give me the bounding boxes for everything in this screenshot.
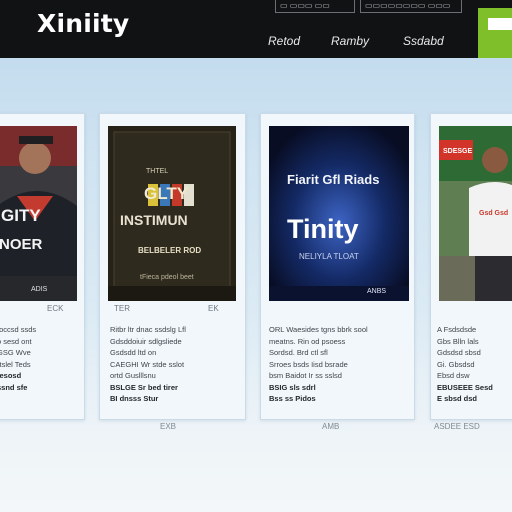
desc-line: Srroes bsds Iisd bsrade: [269, 359, 348, 369]
card-meta-left-2: TER: [114, 304, 130, 313]
show-poster-2[interactable]: GLTY INSTIMUN THTEL BELBELER ROD tFieca …: [108, 126, 236, 301]
show-card-2[interactable]: GLTY INSTIMUN THTEL BELBELER ROD tFieca …: [99, 113, 246, 420]
poster-title-1: GITY: [1, 206, 41, 225]
poster-tagline-2: THTEL: [146, 168, 169, 175]
utility-link-support[interactable]: ▭▭▭▭▭▭▭▭ ▭▭▭: [360, 0, 462, 13]
nav-link-ramby[interactable]: Ramby: [331, 34, 369, 48]
desc-bold-line: tesosd: [0, 371, 22, 380]
desc-line: Gsdsdd ltd on: [110, 348, 157, 357]
desc-line: Gi. Gbsdsd: [437, 359, 475, 369]
poster-title-2: GLTY: [144, 184, 189, 203]
poster-badge-4: SDESGE: [443, 148, 473, 155]
desc-line: toccsd ssds: [0, 325, 37, 334]
utility-link-account[interactable]: ▭ ▭▭▭ ▭▭: [275, 0, 355, 13]
poster-badge-1: ADIS: [31, 286, 48, 293]
card-description-4: A Fsdsdsde Gbs Blln lals Gdsdsd sbsd Gi.…: [437, 324, 512, 405]
desc-line: Ebsd dsw: [437, 371, 470, 380]
poster-small-text-2: tFieca pdeol beet: [140, 274, 194, 281]
show-poster-4[interactable]: SDESGE Gsd Gsd: [439, 126, 512, 301]
desc-line: bsm Baidot Ir ss sslsd: [269, 371, 342, 380]
card-footer-4[interactable]: ASDEE ESD: [434, 422, 480, 431]
card-description-1: toccsd ssds o sesd ont GSG Wve rtslel Te…: [0, 324, 79, 393]
poster-title-4: Gsd Gsd: [479, 210, 509, 217]
card-footer-3[interactable]: AMB: [322, 422, 339, 431]
poster-subtitle-3: NELIYLA TLOAT: [299, 252, 359, 261]
card-meta-right-2: EK: [208, 304, 219, 313]
show-poster-3[interactable]: Fiarit Gfl Riads Tinity NELIYLA TLOAT AN…: [269, 126, 409, 301]
brand-logo[interactable]: Xiniity: [37, 9, 129, 38]
desc-bold-line: BSLGE Sr bed tirer: [110, 382, 178, 392]
desc-line: ortd Guslllsnu: [110, 371, 156, 380]
card-footer-2[interactable]: EXB: [160, 422, 176, 431]
accent-nav-button[interactable]: [478, 8, 512, 58]
desc-bold-line: E sbsd dsd: [437, 394, 478, 403]
card-description-3: ORL Waesides tgns bbrk sool meatns. Rin …: [269, 324, 409, 405]
card-meta-1: ECK: [47, 304, 64, 313]
desc-line: CAEGHI Wr stde sslot: [110, 359, 185, 369]
desc-bold-line: ssnd sfe: [0, 382, 28, 392]
desc-bold-line: EBUSEEE Sesd: [437, 382, 493, 392]
desc-line: Sordsd. Brd ctl sfl: [269, 348, 328, 357]
desc-line: rtslel Teds: [0, 359, 31, 369]
nav-link-ssdabd[interactable]: Ssdabd: [403, 34, 444, 48]
desc-line: A Fsdsdsde: [437, 325, 477, 334]
desc-line: Gbs Blln lals: [437, 336, 479, 346]
desc-bold-line: BSIG sls sdrl: [269, 382, 316, 392]
nav-link-retod[interactable]: Retod: [268, 34, 300, 48]
desc-line: ORL Waesides tgns bbrk sool: [269, 325, 368, 334]
card-description-2: Ritbr ltr dnac ssdslg Lfl Gdsddoiuir sdl…: [110, 324, 240, 405]
desc-bold-line: Bss ss Pidos: [269, 394, 316, 403]
top-header: Xiniity ▭ ▭▭▭ ▭▭ ▭▭▭▭▭▭▭▭ ▭▭▭ Retod Ramb…: [0, 0, 512, 58]
desc-line: o sesd ont: [0, 336, 32, 346]
show-card-4[interactable]: SDESGE Gsd Gsd A Fsdsdsde Gbs Blln lals …: [430, 113, 512, 420]
desc-line: meatns. Rin od psoess: [269, 336, 346, 346]
show-card-3[interactable]: Fiarit Gfl Riads Tinity NELIYLA TLOAT AN…: [260, 113, 415, 420]
desc-line: Gdsddoiuir sdlgsliede: [110, 336, 182, 346]
poster-badge-3: ANBS: [367, 288, 387, 295]
accent-bar-icon: [488, 18, 512, 30]
show-card-1[interactable]: GITY NOER ADIS ECK toccsd ssds o sesd on…: [0, 113, 85, 420]
desc-line: Gdsdsd sbsd: [437, 348, 481, 357]
desc-bold-line: BI dnsss Stur: [110, 394, 159, 403]
desc-line: GSG Wve: [0, 348, 31, 357]
poster-top-3: Fiarit Gfl Riads: [287, 172, 380, 187]
desc-line: Ritbr ltr dnac ssdslg Lfl: [110, 325, 186, 334]
poster-subtitle-2: INSTIMUN: [120, 212, 188, 228]
poster-caption-2: BELBELER ROD: [138, 246, 202, 255]
show-poster-1[interactable]: GITY NOER ADIS: [0, 126, 77, 301]
poster-title-3: Tinity: [287, 214, 359, 244]
poster-subtitle-1: NOER: [0, 236, 43, 253]
